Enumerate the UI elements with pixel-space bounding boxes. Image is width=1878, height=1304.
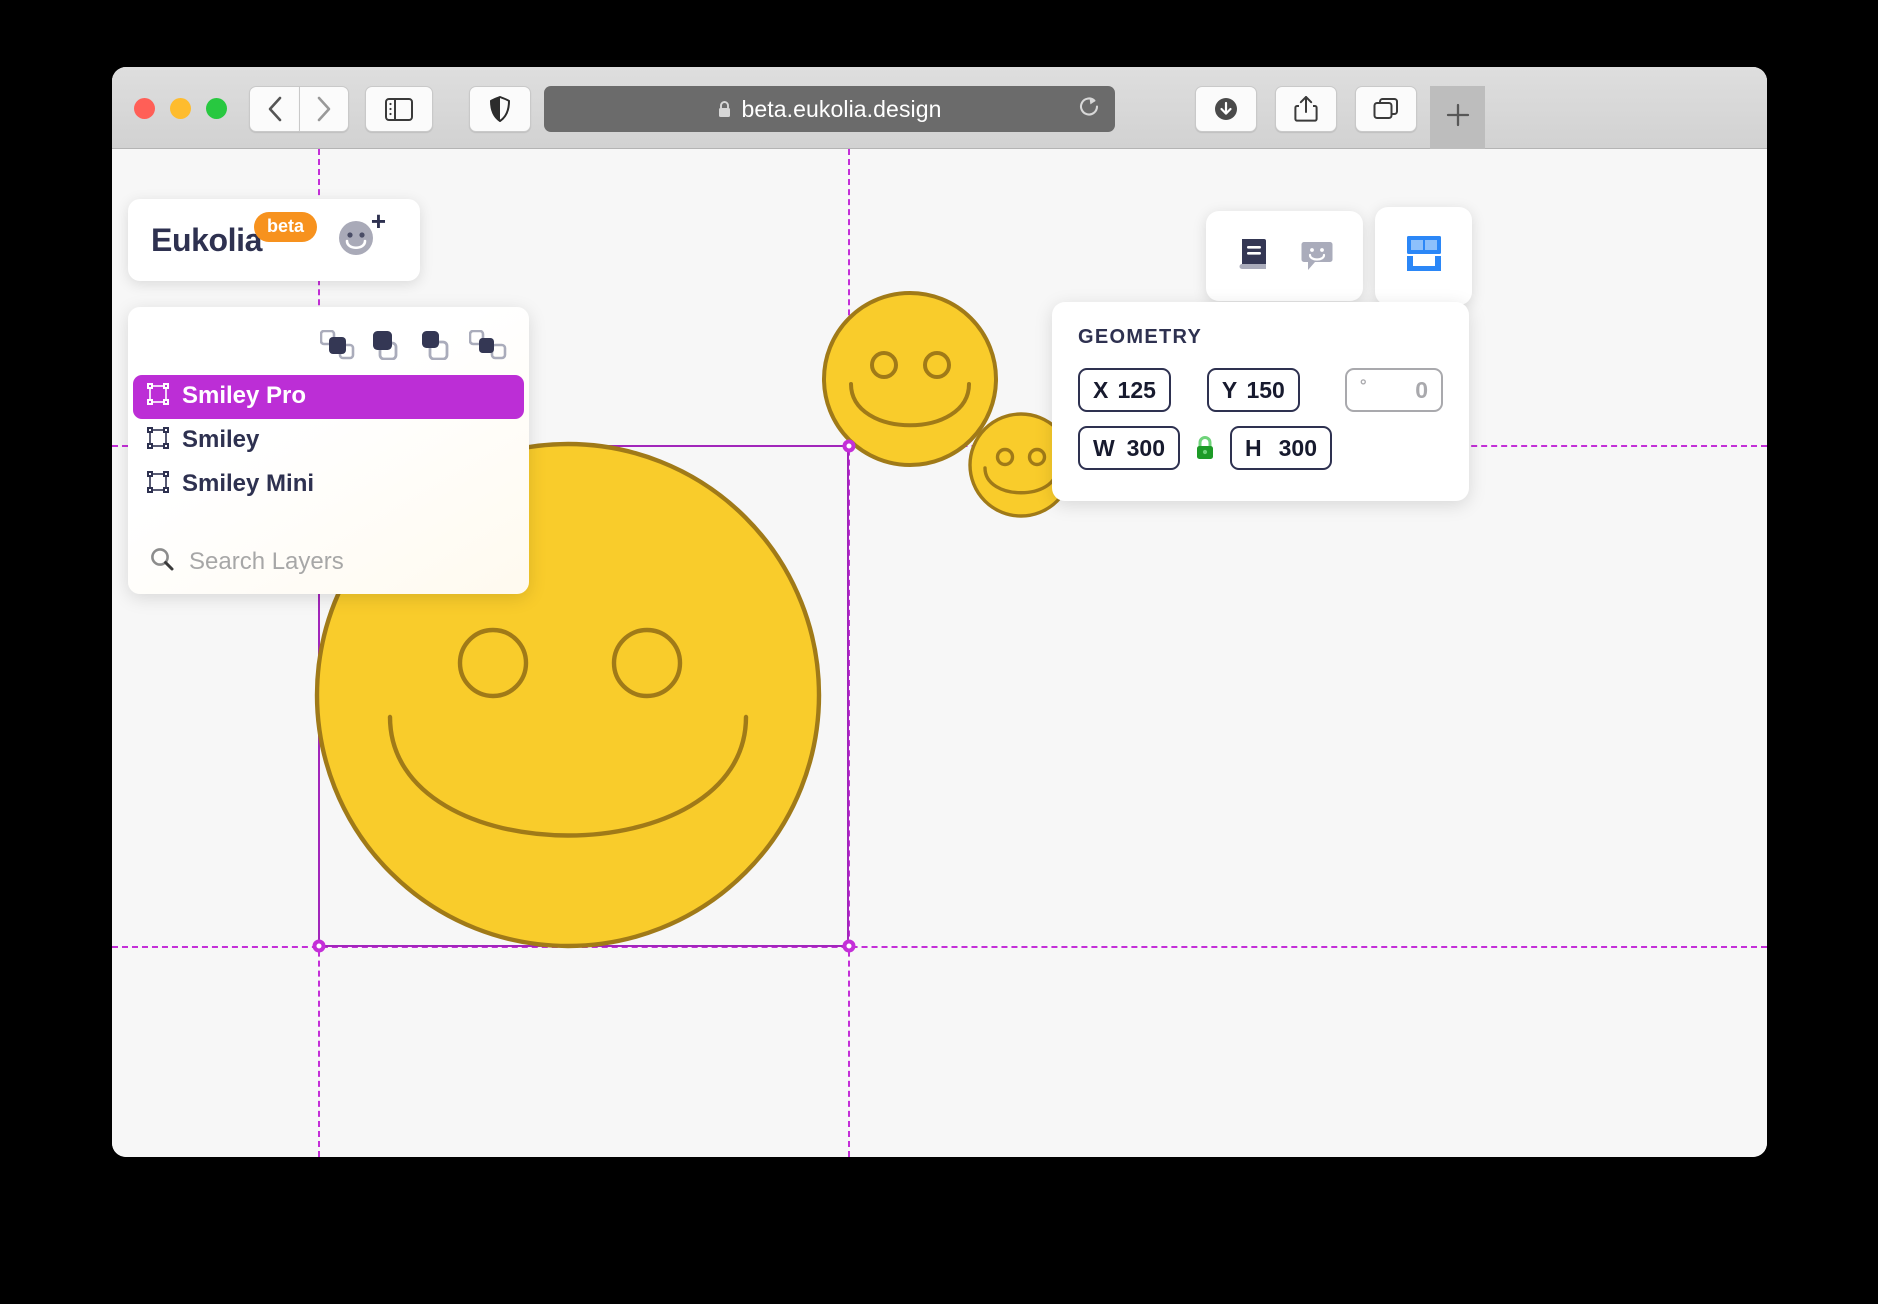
width-field-value: 300: [1126, 434, 1165, 461]
download-icon: [1213, 96, 1239, 122]
search-icon: [149, 546, 175, 577]
height-field[interactable]: H 300: [1230, 426, 1332, 470]
window-minimize-button[interactable]: [170, 98, 191, 119]
geometry-row-size: W 300 H 300: [1078, 426, 1443, 470]
smiley-avatar-icon: [336, 220, 376, 262]
plus-icon: +: [370, 205, 387, 236]
new-tab-button[interactable]: [1430, 86, 1485, 149]
frame-selection-icon: [147, 426, 169, 456]
layer-label: Smiley: [182, 426, 260, 453]
address-bar[interactable]: beta.eukolia.design: [544, 86, 1115, 132]
width-field-label: W: [1093, 434, 1115, 461]
design-canvas[interactable]: Eukolia beta + Smiley Pro Smiley Smiley …: [112, 149, 1767, 1157]
layout-toolbar: [1375, 207, 1472, 305]
layer-item-smiley-pro[interactable]: Smiley Pro: [133, 375, 524, 419]
send-to-back-button[interactable]: [319, 329, 356, 365]
tab-overview-button[interactable]: [1355, 86, 1417, 132]
downloads-button[interactable]: [1195, 86, 1257, 132]
browser-window: beta.eukolia.design Eukolia beta + Smile…: [112, 67, 1767, 1157]
rotation-field-value: 0: [1415, 376, 1428, 403]
secondary-toolbar: [1206, 211, 1363, 301]
height-field-value: 300: [1278, 434, 1317, 461]
app-logo-card: Eukolia beta +: [128, 199, 420, 281]
forward-button[interactable]: [299, 86, 349, 132]
selection-handle-bottom-right[interactable]: [842, 939, 856, 953]
layer-label: Smiley Mini: [182, 470, 315, 497]
bring-to-front-button[interactable]: [371, 330, 405, 365]
rotation-field-label: °: [1359, 376, 1367, 395]
x-field-label: X: [1093, 376, 1109, 403]
comments-button[interactable]: [1296, 234, 1336, 279]
y-field[interactable]: Y 150: [1206, 368, 1300, 412]
geometry-row-position: X 125 Y 150 ° 0: [1078, 368, 1443, 412]
share-button[interactable]: [1275, 86, 1337, 132]
selection-handle-bottom-left[interactable]: [312, 939, 326, 953]
shield-icon: [489, 96, 511, 122]
chevron-right-icon: [316, 96, 332, 122]
search-input[interactable]: [189, 547, 489, 576]
share-icon: [1294, 95, 1318, 123]
y-field-value: 150: [1246, 376, 1285, 403]
add-collaborator-button[interactable]: +: [336, 208, 386, 263]
window-maximize-button[interactable]: [206, 98, 227, 119]
layers-panel: Smiley Pro Smiley Smiley Mini Search Lay…: [128, 307, 529, 594]
chevron-left-icon: [267, 96, 283, 122]
layer-label: Smiley Pro: [182, 382, 307, 409]
layer-search-row: [128, 546, 529, 577]
send-backward-button[interactable]: [468, 329, 507, 365]
app-logo-text: Eukolia: [151, 221, 263, 258]
privacy-shield-button[interactable]: [469, 86, 531, 132]
frame-selection-icon: [147, 470, 169, 500]
selection-edge-right: [847, 445, 849, 947]
geometry-title: GEOMETRY: [1078, 326, 1203, 348]
bring-forward-button[interactable]: [420, 330, 454, 365]
layer-list: Smiley Pro Smiley Smiley Mini: [128, 375, 529, 507]
beta-badge: beta: [254, 212, 318, 242]
selection-handle-top-right[interactable]: [842, 439, 856, 453]
address-text: beta.eukolia.design: [741, 95, 942, 122]
width-field[interactable]: W 300: [1078, 426, 1180, 470]
height-field-label: H: [1245, 434, 1262, 461]
window-close-button[interactable]: [134, 98, 155, 119]
aspect-lock-toggle[interactable]: [1193, 434, 1217, 462]
arrange-toolbar: [128, 307, 529, 365]
x-field[interactable]: X 125: [1078, 368, 1171, 412]
frame-selection-icon: [147, 382, 169, 412]
layout-button[interactable]: [1400, 232, 1448, 281]
reload-button[interactable]: [1077, 95, 1101, 124]
y-field-label: Y: [1221, 376, 1238, 403]
browser-titlebar: beta.eukolia.design: [112, 67, 1767, 149]
sidebar-toggle-button[interactable]: [365, 86, 433, 132]
sidebar-icon: [385, 97, 413, 121]
lock-icon: [717, 100, 732, 119]
library-button[interactable]: [1234, 234, 1274, 279]
rotation-field[interactable]: ° 0: [1344, 368, 1443, 412]
tab-overview-icon: [1373, 97, 1399, 121]
layer-item-smiley[interactable]: Smiley: [133, 419, 524, 463]
plus-icon: [1445, 102, 1471, 133]
geometry-panel: GEOMETRY X 125 Y 150 ° 0 W 300 H 300: [1052, 302, 1469, 501]
back-button[interactable]: [249, 86, 299, 132]
layer-item-smiley-mini[interactable]: Smiley Mini: [133, 463, 524, 507]
x-field-value: 125: [1117, 376, 1156, 403]
